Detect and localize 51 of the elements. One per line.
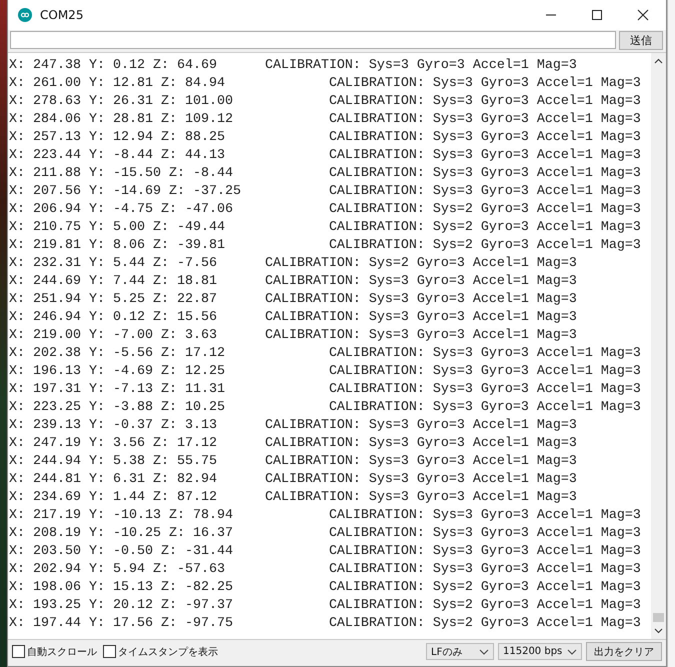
checkbox-label: 自動スクロール — [27, 646, 97, 658]
scroll-down-icon — [654, 628, 663, 634]
output-line: X: 198.06 Y: 15.13 Z: -82.25 CALIBRATION: Sys=2 Gyro=3 Accel=1 Mag=3 — [9, 579, 642, 597]
chevron-down-icon — [567, 648, 577, 654]
output-line: X: 244.69 Y: 7.44 Z: 18.81 CALIBRATION: Sys=3 Gyro=3 Accel=1 Mag=3 — [9, 273, 578, 291]
output-line: X: 208.19 Y: -10.25 Z: 16.37 CALIBRATION: Sys=3 Gyro=3 Accel=1 Mag=3 — [9, 525, 642, 543]
output-line: X: 239.13 Y: -0.37 Z: 3.13 CALIBRATION: Sys=3 Gyro=3 Accel=1 Mag=3 — [9, 417, 578, 435]
output-line: X: 234.69 Y: 1.44 Z: 87.12 CALIBRATION: Sys=3 Gyro=3 Accel=1 Mag=3 — [9, 489, 578, 507]
output-line: X: 257.13 Y: 12.94 Z: 88.25 CALIBRATION: Sys=3 Gyro=3 Accel=1 Mag=3 — [9, 129, 642, 147]
output-line: X: 211.88 Y: -15.50 Z: -8.44 CALIBRATION: Sys=3 Gyro=3 Accel=1 Mag=3 — [9, 165, 642, 183]
send-button[interactable]: 送信 — [619, 31, 663, 50]
output-line: X: 223.25 Y: -3.88 Z: 10.25 CALIBRATION: Sys=3 Gyro=3 Accel=1 Mag=3 — [9, 399, 642, 417]
output-line: X: 261.00 Y: 12.81 Z: 84.94 CALIBRATION: Sys=3 Gyro=3 Accel=1 Mag=3 — [9, 75, 642, 93]
scroll-thumb[interactable] — [653, 613, 664, 622]
maximize-icon — [591, 9, 603, 21]
output-line: X: 246.94 Y: 0.12 Z: 15.56 CALIBRATION: Sys=3 Gyro=3 Accel=1 Mag=3 — [9, 309, 578, 327]
output-line: X: 244.81 Y: 6.31 Z: 82.94 CALIBRATION: Sys=3 Gyro=3 Accel=1 Mag=3 — [9, 471, 578, 489]
output-line: X: 193.25 Y: 20.12 Z: -97.37 CALIBRATION: Sys=2 Gyro=3 Accel=1 Mag=3 — [9, 597, 642, 615]
output-line: X: 206.94 Y: -4.75 Z: -47.06 CALIBRATION: Sys=2 Gyro=3 Accel=1 Mag=3 — [9, 201, 642, 219]
baud-rate-dropdown[interactable]: 115200 bps — [498, 643, 582, 660]
output-line: X: 207.56 Y: -14.69 Z: -37.25 CALIBRATION: Sys=3 Gyro=3 Accel=1 Mag=3 — [9, 183, 642, 201]
output-line: X: 196.13 Y: -4.69 Z: 12.25 CALIBRATION: Sys=3 Gyro=3 Accel=1 Mag=3 — [9, 363, 642, 381]
output-line: X: 219.00 Y: -7.00 Z: 3.63 CALIBRATION: Sys=3 Gyro=3 Accel=1 Mag=3 — [9, 327, 578, 345]
output-line: X: 278.63 Y: 26.31 Z: 101.00 CALIBRATION: Sys=3 Gyro=3 Accel=1 Mag=3 — [9, 93, 642, 111]
output-line: X: 247.38 Y: 0.12 Z: 64.69 CALIBRATION: Sys=3 Gyro=3 Accel=1 Mag=3 — [9, 57, 578, 75]
output-line: X: 203.50 Y: -0.50 Z: -31.44 CALIBRATION: Sys=3 Gyro=3 Accel=1 Mag=3 — [9, 543, 642, 561]
chevron-down-icon — [479, 648, 489, 654]
output-line: X: 197.44 Y: 17.56 Z: -97.75 CALIBRATION: Sys=2 Gyro=3 Accel=1 Mag=3 — [9, 615, 642, 633]
output-line: X: 210.75 Y: 5.00 Z: -49.44 CALIBRATION: Sys=2 Gyro=3 Accel=1 Mag=3 — [9, 219, 642, 237]
output-line: X: 202.94 Y: 5.94 Z: -57.63 CALIBRATION: Sys=3 Gyro=3 Accel=1 Mag=3 — [9, 561, 642, 579]
line-ending-dropdown[interactable]: LFのみ — [426, 643, 494, 660]
output-line: X: 202.38 Y: -5.56 Z: 17.12 CALIBRATION: Sys=3 Gyro=3 Accel=1 Mag=3 — [9, 345, 642, 363]
scroll-up-icon — [654, 58, 663, 64]
output-line: X: 244.94 Y: 5.38 Z: 55.75 CALIBRATION: Sys=3 Gyro=3 Accel=1 Mag=3 — [9, 453, 578, 471]
window-title: COM25 — [40, 8, 84, 22]
clear-output-button[interactable]: 出力をクリア — [586, 642, 662, 661]
scrollbar[interactable] — [651, 53, 666, 639]
output-line: X: 217.19 Y: -10.13 Z: 78.94 CALIBRATION: Sys=3 Gyro=3 Accel=1 Mag=3 — [9, 507, 642, 525]
output-line: X: 284.06 Y: 28.81 Z: 109.12 CALIBRATION: Sys=3 Gyro=3 Accel=1 Mag=3 — [9, 111, 642, 129]
checkbox-label: タイムスタンプを表示 — [118, 646, 218, 658]
infinity-logo-icon — [18, 8, 32, 22]
output-line: X: 223.44 Y: -8.44 Z: 44.13 CALIBRATION: Sys=3 Gyro=3 Accel=1 Mag=3 — [9, 147, 642, 165]
output-line: X: 251.94 Y: 5.25 Z: 22.87 CALIBRATION: Sys=3 Gyro=3 Accel=1 Mag=3 — [9, 291, 578, 309]
output-line: X: 247.19 Y: 3.56 Z: 17.12 CALIBRATION: Sys=3 Gyro=3 Accel=1 Mag=3 — [9, 435, 578, 453]
checkbox[interactable] — [103, 645, 116, 658]
output-line: X: 219.81 Y: 8.06 Z: -39.81 CALIBRATION: Sys=2 Gyro=3 Accel=1 Mag=3 — [9, 237, 642, 255]
close-icon — [637, 9, 649, 21]
output-line: X: 197.31 Y: -7.13 Z: 11.31 CALIBRATION: Sys=3 Gyro=3 Accel=1 Mag=3 — [9, 381, 642, 399]
input-field[interactable] — [10, 31, 616, 49]
checkbox[interactable] — [12, 645, 25, 658]
output-line: X: 232.31 Y: 5.44 Z: -7.56 CALIBRATION: Sys=2 Gyro=3 Accel=1 Mag=3 — [9, 255, 578, 273]
